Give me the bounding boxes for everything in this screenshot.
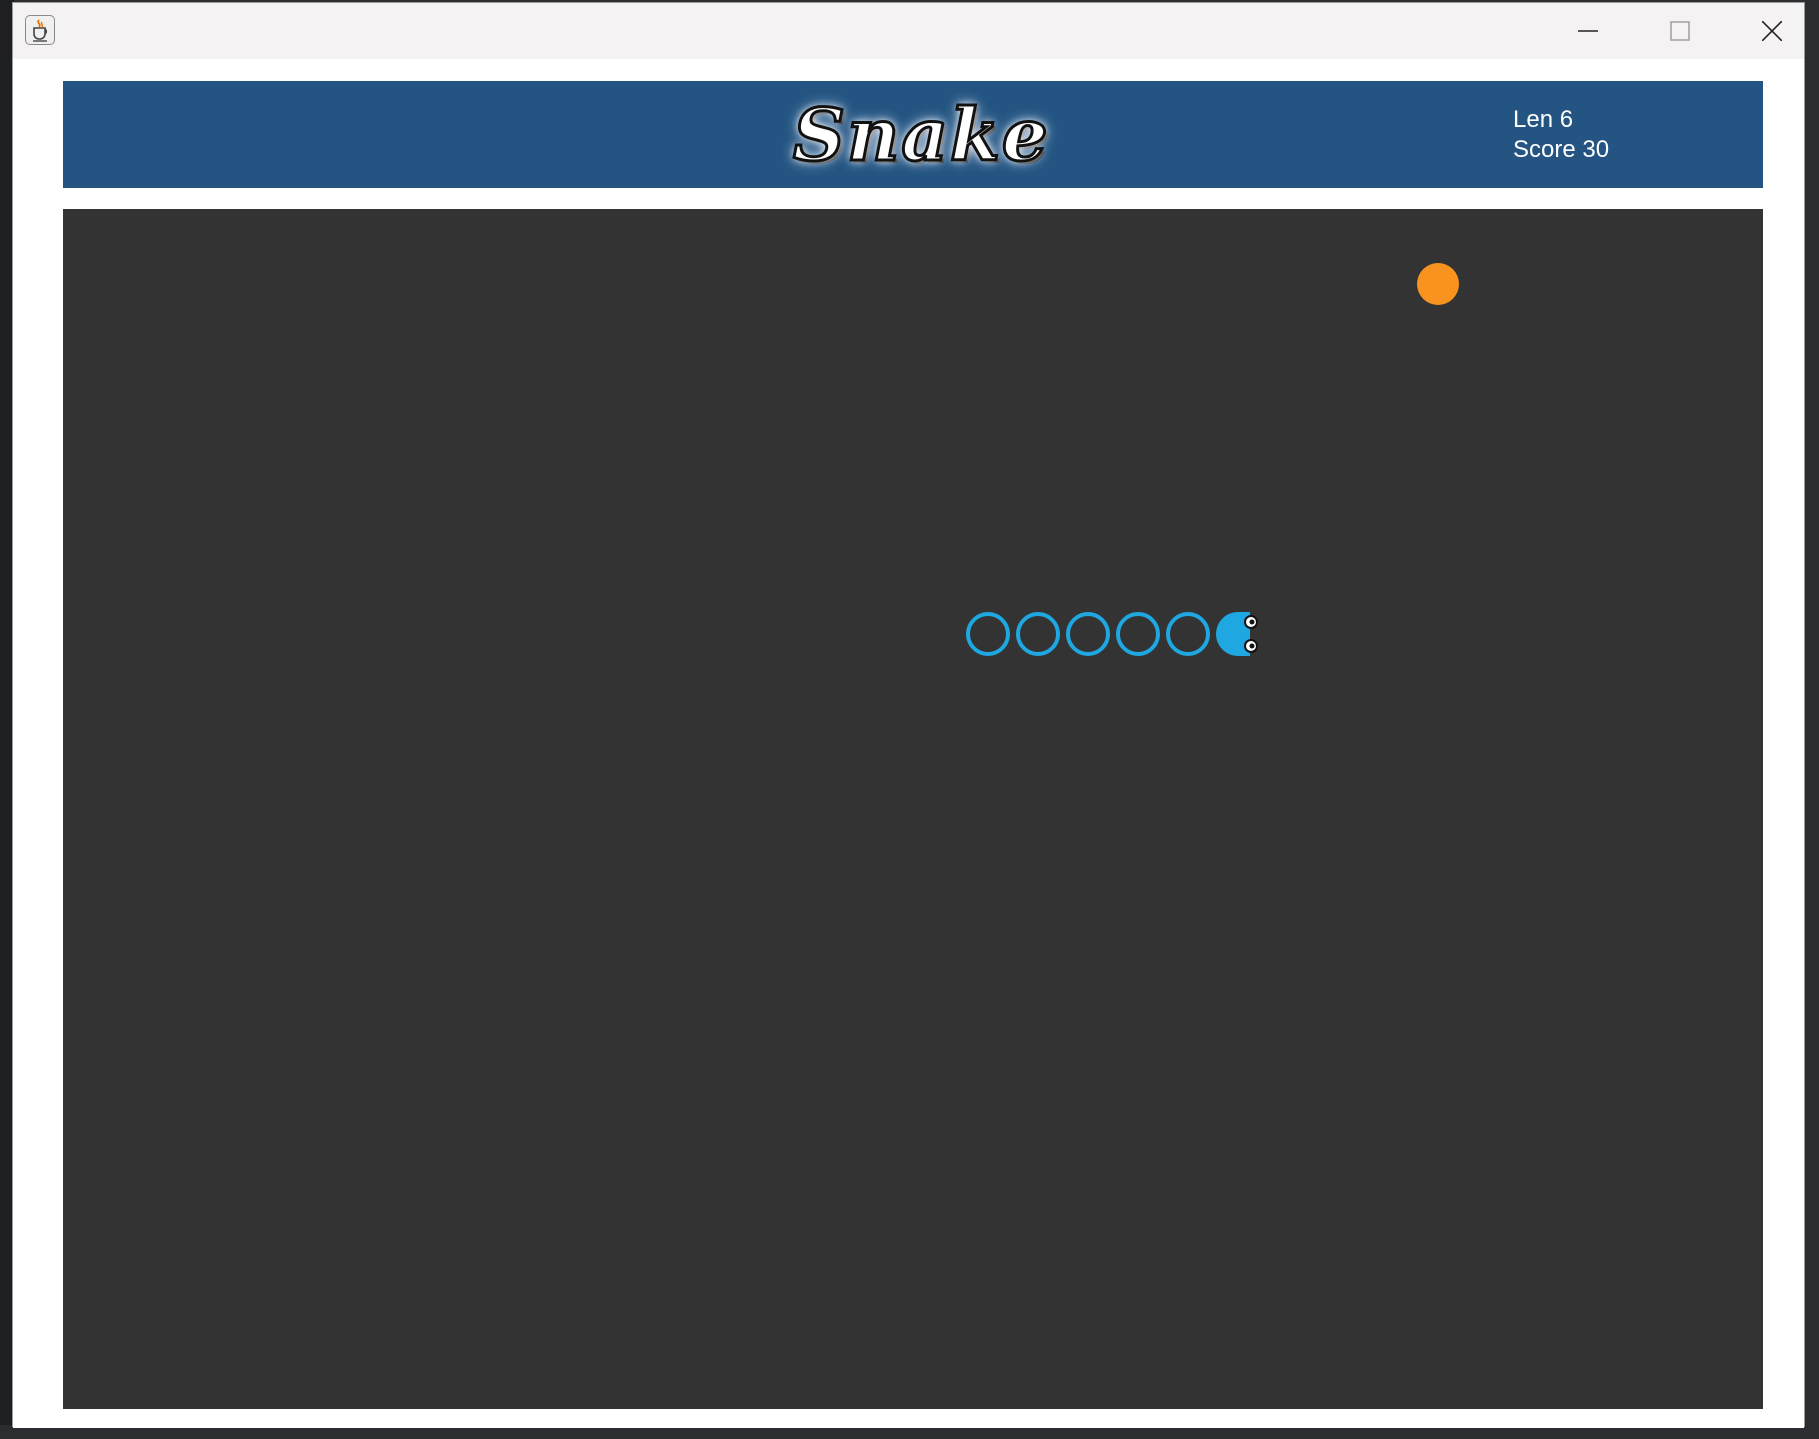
snake-body-segment	[1116, 612, 1160, 656]
title-bar[interactable]	[13, 3, 1804, 59]
food-dot	[1417, 263, 1459, 305]
maximize-icon	[1670, 21, 1690, 41]
snake-body-segment	[1016, 612, 1060, 656]
snake-body-segment	[1066, 612, 1110, 656]
length-label: Len 6	[1513, 106, 1574, 133]
close-button[interactable]	[1727, 3, 1817, 59]
board-canvas	[966, 263, 1459, 656]
background-ide-edge	[1805, 0, 1819, 1439]
score-label: Score 30	[1513, 136, 1610, 163]
game-header: Snake Len 6 Score 30	[63, 81, 1763, 188]
snake-logo: Snake	[792, 92, 1050, 177]
game-content: Snake Len 6 Score 30	[13, 59, 1804, 1428]
game-board[interactable]	[63, 209, 1763, 1409]
maximize-button[interactable]	[1635, 3, 1725, 59]
snake-body-segment	[1166, 612, 1210, 656]
snake-body-segment	[966, 612, 1010, 656]
close-icon	[1762, 21, 1782, 41]
snake-head	[1216, 612, 1258, 656]
minimize-button[interactable]	[1543, 3, 1633, 59]
stats-panel: Len 6 Score 30	[1513, 105, 1609, 165]
game-window: Snake Len 6 Score 30	[12, 2, 1805, 1428]
java-cup-icon[interactable]	[25, 15, 55, 45]
minimize-icon	[1578, 30, 1598, 32]
